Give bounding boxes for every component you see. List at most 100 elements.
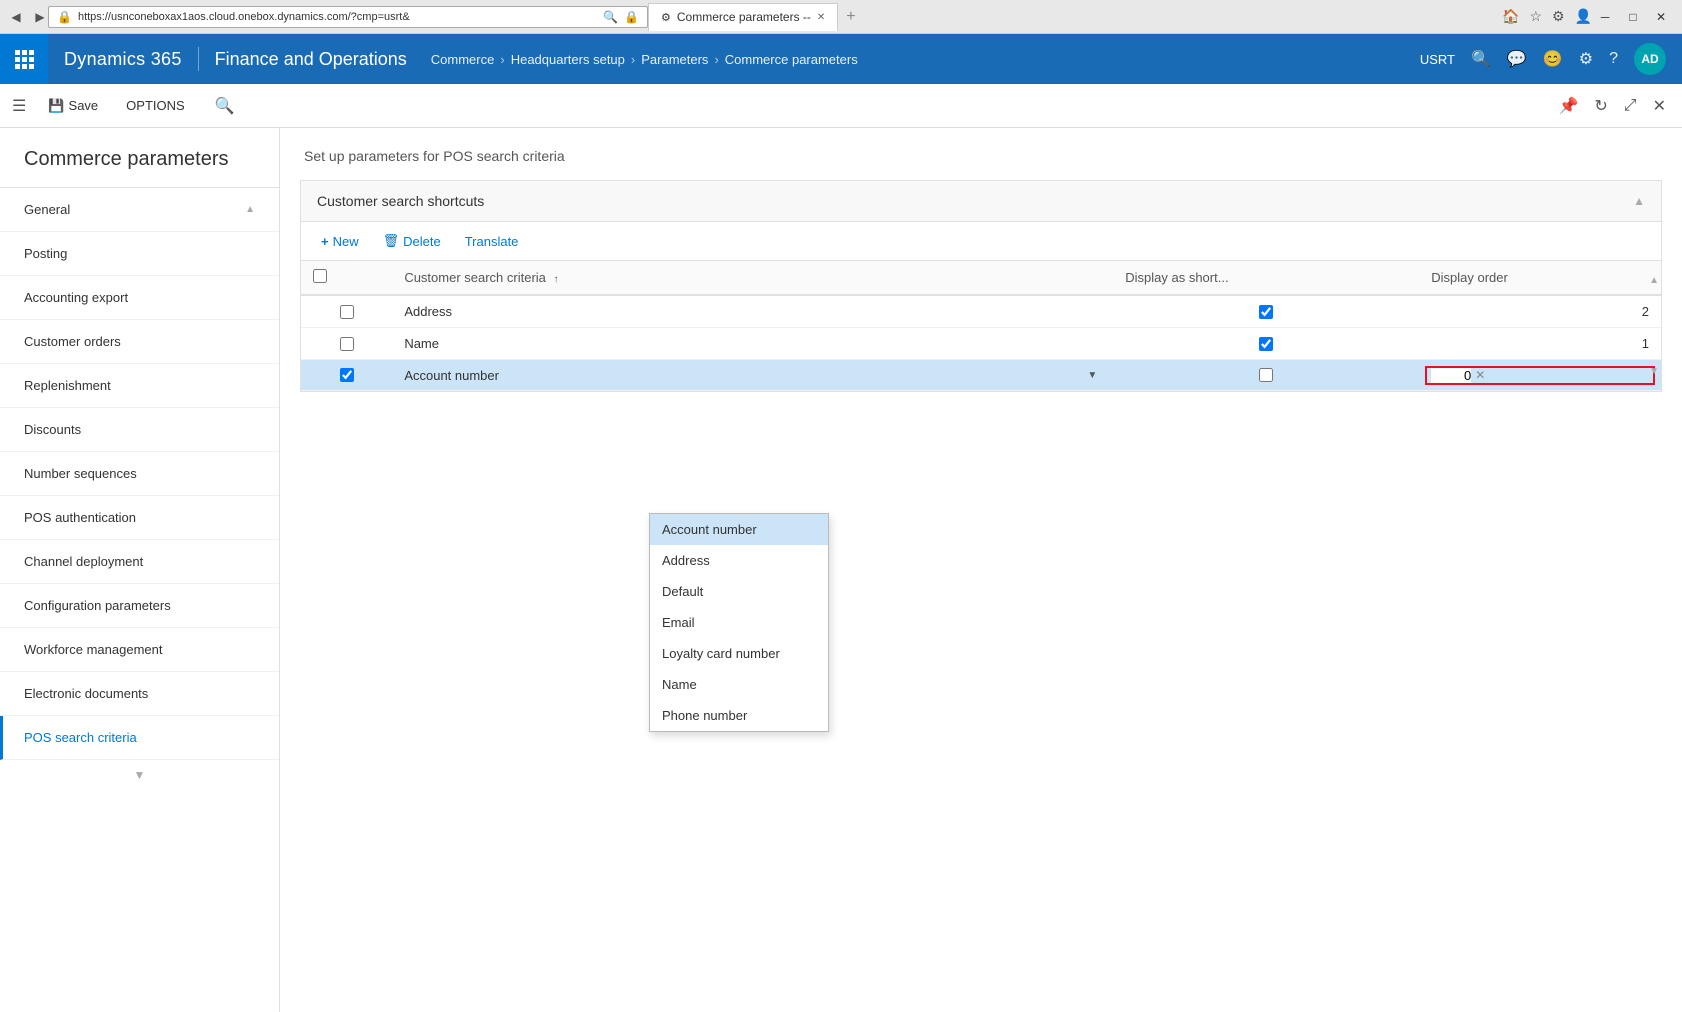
dropdown-item-phone-number[interactable]: Phone number [650,700,828,731]
app-brand: Dynamics 365 Finance and Operations [48,34,423,84]
sidebar-item-replenishment[interactable]: Replenishment [0,364,279,408]
breadcrumb-commerce[interactable]: Commerce [431,52,495,67]
settings-gear-icon[interactable]: ⚙ [1552,8,1565,25]
row-check-cell-2 [301,328,392,360]
delete-button[interactable]: 🗑 Delete [379,230,445,252]
user-initials: AD [1641,52,1658,66]
tab-label: Commerce parameters -- [677,10,811,24]
toolbar-close-icon[interactable]: ✕ [1649,92,1670,120]
sidebar-label-number-sequences: Number sequences [24,466,137,481]
content-area: Set up parameters for POS search criteri… [280,128,1682,1012]
home-icon[interactable]: 🏠 [1502,8,1519,25]
app-logo[interactable] [0,34,48,84]
translate-button[interactable]: Translate [461,231,523,252]
shortcut-cb-container-1 [1125,305,1407,319]
url-bar[interactable]: 🔒 https://usnconeboxax1aos.cloud.onebox.… [48,6,648,28]
sidebar-item-discounts[interactable]: Discounts [0,408,279,452]
order-input[interactable] [1431,368,1471,383]
criteria-cell-3: Account number Address Default Email Loy… [392,360,1113,391]
person-icon[interactable]: 👤 [1575,8,1592,25]
row-checkbox-1[interactable] [340,305,354,319]
sidebar-item-pos-search-criteria[interactable]: POS search criteria [0,716,279,760]
order-col-label: Display order [1431,270,1508,285]
emoji-icon[interactable]: 😊 [1543,49,1563,69]
user-avatar[interactable]: AD [1634,43,1666,75]
refresh-icon[interactable]: ↻ [1590,92,1611,120]
browser-tabs: ⚙ Commerce parameters -- ✕ + [648,3,1502,31]
breadcrumb-params[interactable]: Parameters [641,52,708,67]
toolbar-search-icon[interactable]: 🔍 [215,96,235,116]
popout-icon[interactable]: ⤢ [1620,93,1641,119]
row-checkbox-2[interactable] [340,337,354,351]
sidebar-item-posting[interactable]: Posting [0,232,279,276]
search-icon[interactable]: 🔍 [1471,49,1491,69]
dropdown-item-loyalty-card[interactable]: Loyalty card number [650,638,828,669]
breadcrumb-hq[interactable]: Headquarters setup [511,52,625,67]
dropdown-item-account-number[interactable]: Account number [650,514,828,545]
brand-divider [198,47,199,71]
scroll-down-icon[interactable]: ▼ [1649,366,1659,377]
hamburger-menu[interactable]: ☰ [12,96,26,116]
sidebar-item-electronic-documents[interactable]: Electronic documents [0,672,279,716]
plus-icon: + [321,234,329,249]
pin-icon[interactable]: 📌 [1554,92,1582,120]
breadcrumb-commerce-params[interactable]: Commerce parameters [725,52,858,67]
sidebar-item-general[interactable]: General ▲ [0,188,279,232]
settings-icon[interactable]: ⚙ [1579,49,1593,69]
sidebar-item-pos-authentication[interactable]: POS authentication [0,496,279,540]
row-check-container-1 [313,305,380,319]
section-panel: Customer search shortcuts ▲ + New 🗑 Dele… [300,180,1662,392]
dropdown-item-email[interactable]: Email [650,607,828,638]
save-icon: 💾 [48,98,64,114]
save-button[interactable]: 💾 Save [42,94,104,118]
delete-label: Delete [403,234,441,249]
minimize-button[interactable]: ─ [1592,4,1618,30]
help-icon[interactable]: ? [1609,50,1618,68]
table-row-selected: Account number Address Default Email Loy… [301,360,1661,391]
sidebar-item-channel-deployment[interactable]: Channel deployment [0,540,279,584]
criteria-dropdown[interactable]: Account number Address Default Email Loy… [404,368,1101,383]
order-cell-1: 2 [1419,295,1661,328]
dropdown-item-address[interactable]: Address [650,545,828,576]
select-all-checkbox[interactable] [313,269,327,283]
sidebar-item-configuration-parameters[interactable]: Configuration parameters [0,584,279,628]
sidebar-item-workforce-management[interactable]: Workforce management [0,628,279,672]
scroll-up-icon[interactable]: ▲ [1649,275,1659,286]
shortcut-checkbox-3[interactable] [1259,368,1273,382]
maximize-button[interactable]: □ [1620,4,1646,30]
scroll-down-icon: ▼ [134,768,146,782]
main-toolbar: ☰ 💾 Save OPTIONS 🔍 📌 ↻ ⤢ ✕ [0,84,1682,128]
table-row: Address 2 [301,295,1661,328]
forward-button[interactable]: ▶ [32,9,48,25]
app-header: Dynamics 365 Finance and Operations Comm… [0,34,1682,84]
page-title: Commerce parameters [0,128,279,188]
sidebar-item-number-sequences[interactable]: Number sequences [0,452,279,496]
sidebar-scroll-down[interactable]: ▼ [0,760,279,790]
sidebar-label-electronic-documents: Electronic documents [24,686,148,701]
sidebar-item-accounting-export[interactable]: Accounting export [0,276,279,320]
back-button[interactable]: ◀ [8,9,24,25]
options-button[interactable]: OPTIONS [120,94,191,117]
new-tab-button[interactable]: + [842,8,859,26]
translate-label: Translate [465,234,519,249]
dropdown-item-default[interactable]: Default [650,576,828,607]
shortcut-checkbox-1[interactable] [1259,305,1273,319]
shortcut-checkbox-2[interactable] [1259,337,1273,351]
star-icon[interactable]: ☆ [1529,8,1542,25]
close-button[interactable]: ✕ [1648,4,1674,30]
section-panel-header: Customer search shortcuts ▲ [301,181,1661,222]
tab-close-button[interactable]: ✕ [817,12,825,23]
panel-collapse-button[interactable]: ▲ [1633,194,1645,208]
sidebar: Commerce parameters General ▲ Posting Ac… [0,128,280,1012]
new-button[interactable]: + New [317,231,363,252]
collapse-icon-general: ▲ [245,204,255,215]
dropdown-item-name[interactable]: Name [650,669,828,700]
row-checkbox-3[interactable] [340,368,354,382]
col-header-criteria[interactable]: Customer search criteria ↑ [392,261,1113,295]
chat-icon[interactable]: 💬 [1507,49,1527,69]
shortcut-cb-container-3 [1125,368,1407,382]
browser-tab[interactable]: ⚙ Commerce parameters -- ✕ [648,3,838,31]
sidebar-item-customer-orders[interactable]: Customer orders [0,320,279,364]
order-clear-icon[interactable]: ✕ [1475,368,1485,382]
sidebar-label-pos-authentication: POS authentication [24,510,136,525]
